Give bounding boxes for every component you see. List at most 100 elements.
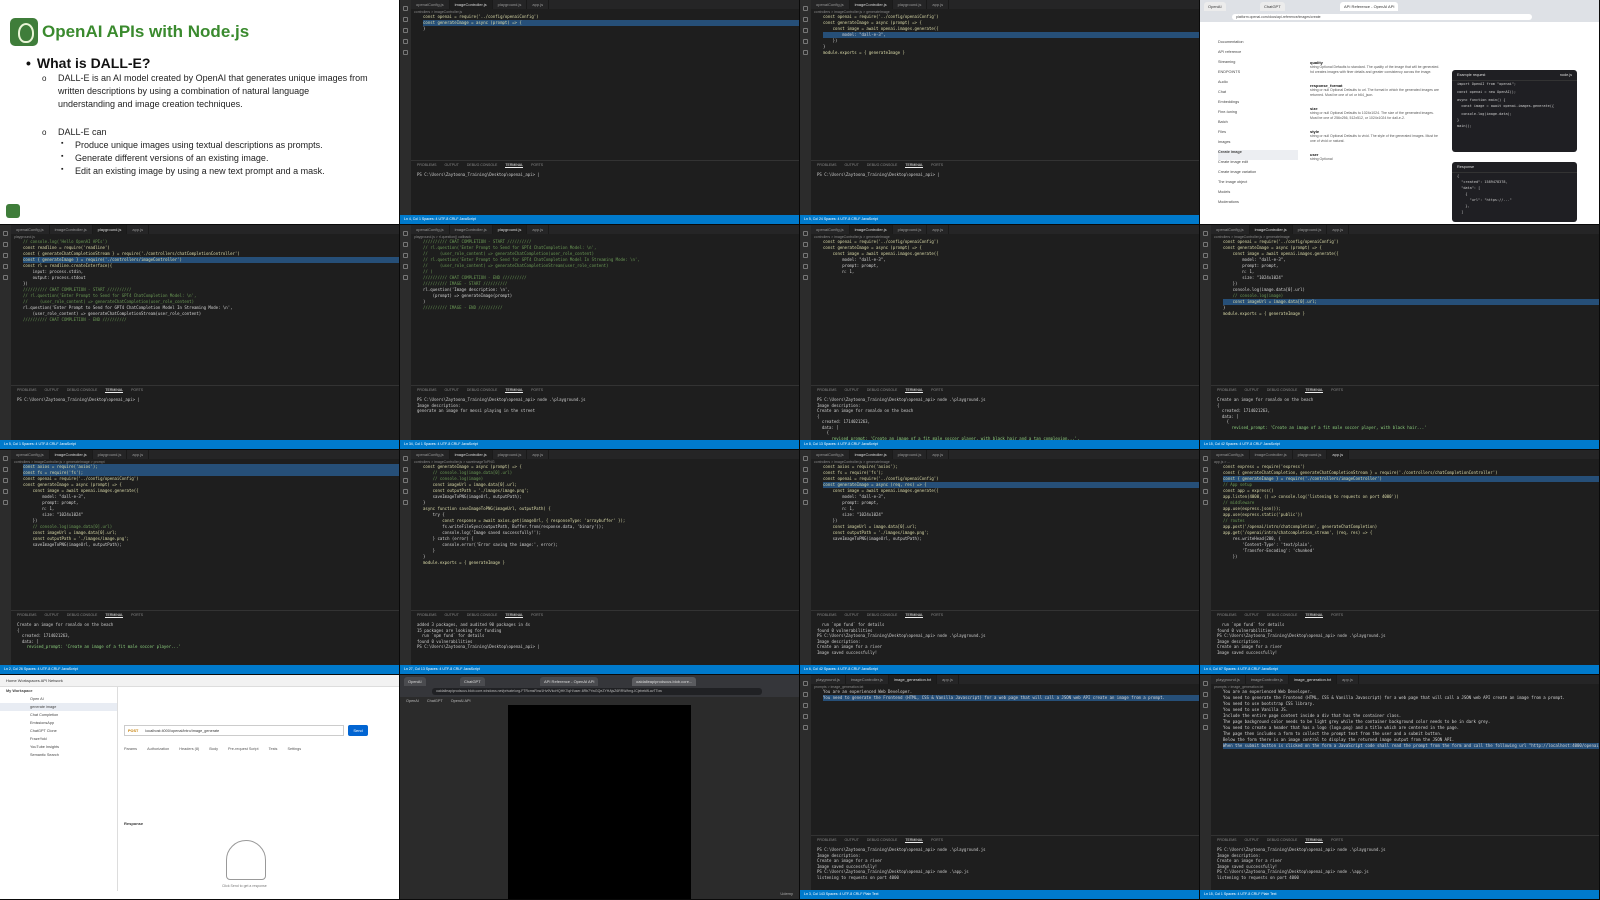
request-tab[interactable]: Body [209, 747, 218, 751]
editor-tab[interactable]: openaiConfig.js [811, 0, 850, 9]
panel-tab[interactable]: OUTPUT [1244, 838, 1258, 843]
search-icon[interactable] [403, 242, 408, 247]
editor-tab[interactable]: imageController.js [849, 450, 893, 459]
run-debug-icon[interactable] [3, 489, 8, 494]
source-control-icon[interactable] [1203, 478, 1208, 483]
docs-nav-item[interactable]: ENDPOINTS [1218, 70, 1298, 80]
editor-tab[interactable]: openaiConfig.js [11, 225, 50, 234]
request-tab[interactable]: Settings [287, 747, 301, 751]
collection-item[interactable]: ChatGPT Clone [0, 727, 117, 735]
panel-tab[interactable]: OUTPUT [1244, 613, 1258, 618]
search-icon[interactable] [1203, 467, 1208, 472]
editor-tab[interactable]: imageController.js [846, 675, 889, 684]
request-tab[interactable]: Tests [269, 747, 278, 751]
panel-tab[interactable]: PROBLEMS [817, 388, 836, 393]
editor-tab[interactable]: playground.js [493, 450, 528, 459]
example-lang[interactable]: node.js [1560, 73, 1572, 77]
panel-tab[interactable]: TERMINAL [505, 388, 524, 393]
collection-item[interactable]: Semantic Search [0, 751, 117, 759]
panel-tab[interactable]: PROBLEMS [817, 163, 836, 168]
search-icon[interactable] [803, 467, 808, 472]
panel-tab[interactable]: OUTPUT [844, 838, 858, 843]
editor-tab[interactable]: imageController.js [1249, 225, 1293, 234]
panel-tab[interactable]: PORTS [1331, 838, 1343, 843]
postman-topbar[interactable]: Home Workspaces API Network [0, 675, 399, 687]
extensions-icon[interactable] [1203, 725, 1208, 730]
collection-item[interactable]: Chat Completion [0, 711, 117, 719]
panel-tab[interactable]: PROBLEMS [1217, 838, 1236, 843]
editor-tab[interactable]: image_generation.txt [888, 675, 938, 684]
panel-tab[interactable]: TERMINAL [105, 613, 124, 618]
docs-nav-item[interactable]: Audio [1218, 80, 1298, 90]
editor-tab[interactable]: imageController.js [849, 0, 893, 9]
editor-tab[interactable]: app.js [927, 225, 950, 234]
collection-item[interactable]: FrazeYokl [0, 735, 117, 743]
editor-tab[interactable]: imageController.js [449, 450, 493, 459]
panel-tab[interactable]: PORTS [531, 388, 543, 393]
panel-tab[interactable]: PROBLEMS [817, 613, 836, 618]
extensions-icon[interactable] [403, 275, 408, 280]
code-editor[interactable]: const express = require('express') const … [1211, 464, 1599, 594]
explorer-icon[interactable] [803, 456, 808, 461]
browser-tab-1[interactable]: OpenAI [404, 677, 426, 686]
docs-nav-item[interactable]: Chat [1218, 90, 1298, 100]
bookmark-2[interactable]: ChatGPT [427, 699, 443, 703]
code-editor[interactable]: const generateImage = async (prompt) => … [411, 464, 799, 594]
request-url-bar[interactable]: POST localhost:4000/openai/intro/image_g… [124, 725, 344, 736]
editor-tab[interactable]: app.js [1327, 450, 1350, 459]
docs-nav-item[interactable]: Embeddings [1218, 100, 1298, 110]
request-url[interactable]: localhost:4000/openai/intro/image_genera… [145, 729, 219, 733]
editor-tab[interactable]: imageController.js [450, 225, 493, 234]
explorer-icon[interactable] [1203, 231, 1208, 236]
panel-tab[interactable]: OUTPUT [844, 388, 858, 393]
editor-tab[interactable]: playground.js [1293, 225, 1328, 234]
editor-tab[interactable]: app.js [1337, 675, 1359, 684]
docs-nav-item[interactable]: API reference [1218, 50, 1298, 60]
source-control-icon[interactable] [3, 253, 8, 258]
run-debug-icon[interactable] [1203, 714, 1208, 719]
explorer-icon[interactable] [1203, 456, 1208, 461]
panel-tab[interactable]: DEBUG CONSOLE [867, 613, 898, 618]
explorer-icon[interactable] [403, 231, 408, 236]
editor-tab[interactable]: playground.js [811, 675, 846, 684]
code-editor[interactable]: const openai = require('../config/openai… [1211, 239, 1599, 369]
request-tab[interactable]: Pre-request Script [228, 747, 259, 751]
docs-nav-item[interactable]: Create image [1218, 150, 1298, 160]
code-editor[interactable]: You are an experienced Web Developer. You… [1211, 689, 1599, 819]
explorer-icon[interactable] [403, 6, 408, 11]
panel-tab[interactable]: DEBUG CONSOLE [1267, 613, 1298, 618]
panel-tab[interactable]: DEBUG CONSOLE [867, 838, 898, 843]
docs-nav-item[interactable]: Create image edit [1218, 160, 1298, 170]
code-editor[interactable]: const axios = require('axios'); const fs … [811, 464, 1199, 594]
editor-tab[interactable]: imageController.js [1246, 675, 1289, 684]
collection-item[interactable]: generate image [0, 703, 117, 711]
source-control-icon[interactable] [403, 28, 408, 33]
editor-tab[interactable]: playground.js [492, 225, 528, 234]
panel-tab[interactable]: PORTS [131, 613, 143, 618]
editor-tab[interactable]: app.js [927, 0, 950, 9]
collection-item[interactable]: EmissionsApp [0, 719, 117, 727]
panel-tab[interactable]: OUTPUT [444, 163, 458, 168]
panel-tab[interactable]: TERMINAL [905, 163, 924, 168]
extensions-icon[interactable] [803, 275, 808, 280]
panel-tab[interactable]: PROBLEMS [817, 838, 836, 843]
request-tab[interactable]: Params [124, 747, 137, 751]
panel-tab[interactable]: TERMINAL [905, 838, 924, 843]
editor-tab[interactable]: imageController.js [449, 0, 493, 9]
run-debug-icon[interactable] [803, 39, 808, 44]
search-icon[interactable] [1203, 242, 1208, 247]
panel-tab[interactable]: TERMINAL [905, 388, 924, 393]
editor-tab[interactable]: app.js [937, 675, 959, 684]
run-debug-icon[interactable] [803, 264, 808, 269]
editor-tab[interactable]: playground.js [893, 225, 928, 234]
panel-tab[interactable]: TERMINAL [905, 613, 924, 618]
editor-tab[interactable]: openaiConfig.js [811, 225, 850, 234]
extensions-icon[interactable] [803, 725, 808, 730]
panel-tab[interactable]: PROBLEMS [17, 388, 36, 393]
explorer-icon[interactable] [1203, 681, 1208, 686]
docs-nav-item[interactable]: Documentation [1218, 40, 1298, 50]
collection-item[interactable]: Open AI [0, 695, 117, 703]
docs-nav-item[interactable]: Moderations [1218, 200, 1298, 210]
run-debug-icon[interactable] [3, 264, 8, 269]
search-icon[interactable] [803, 692, 808, 697]
